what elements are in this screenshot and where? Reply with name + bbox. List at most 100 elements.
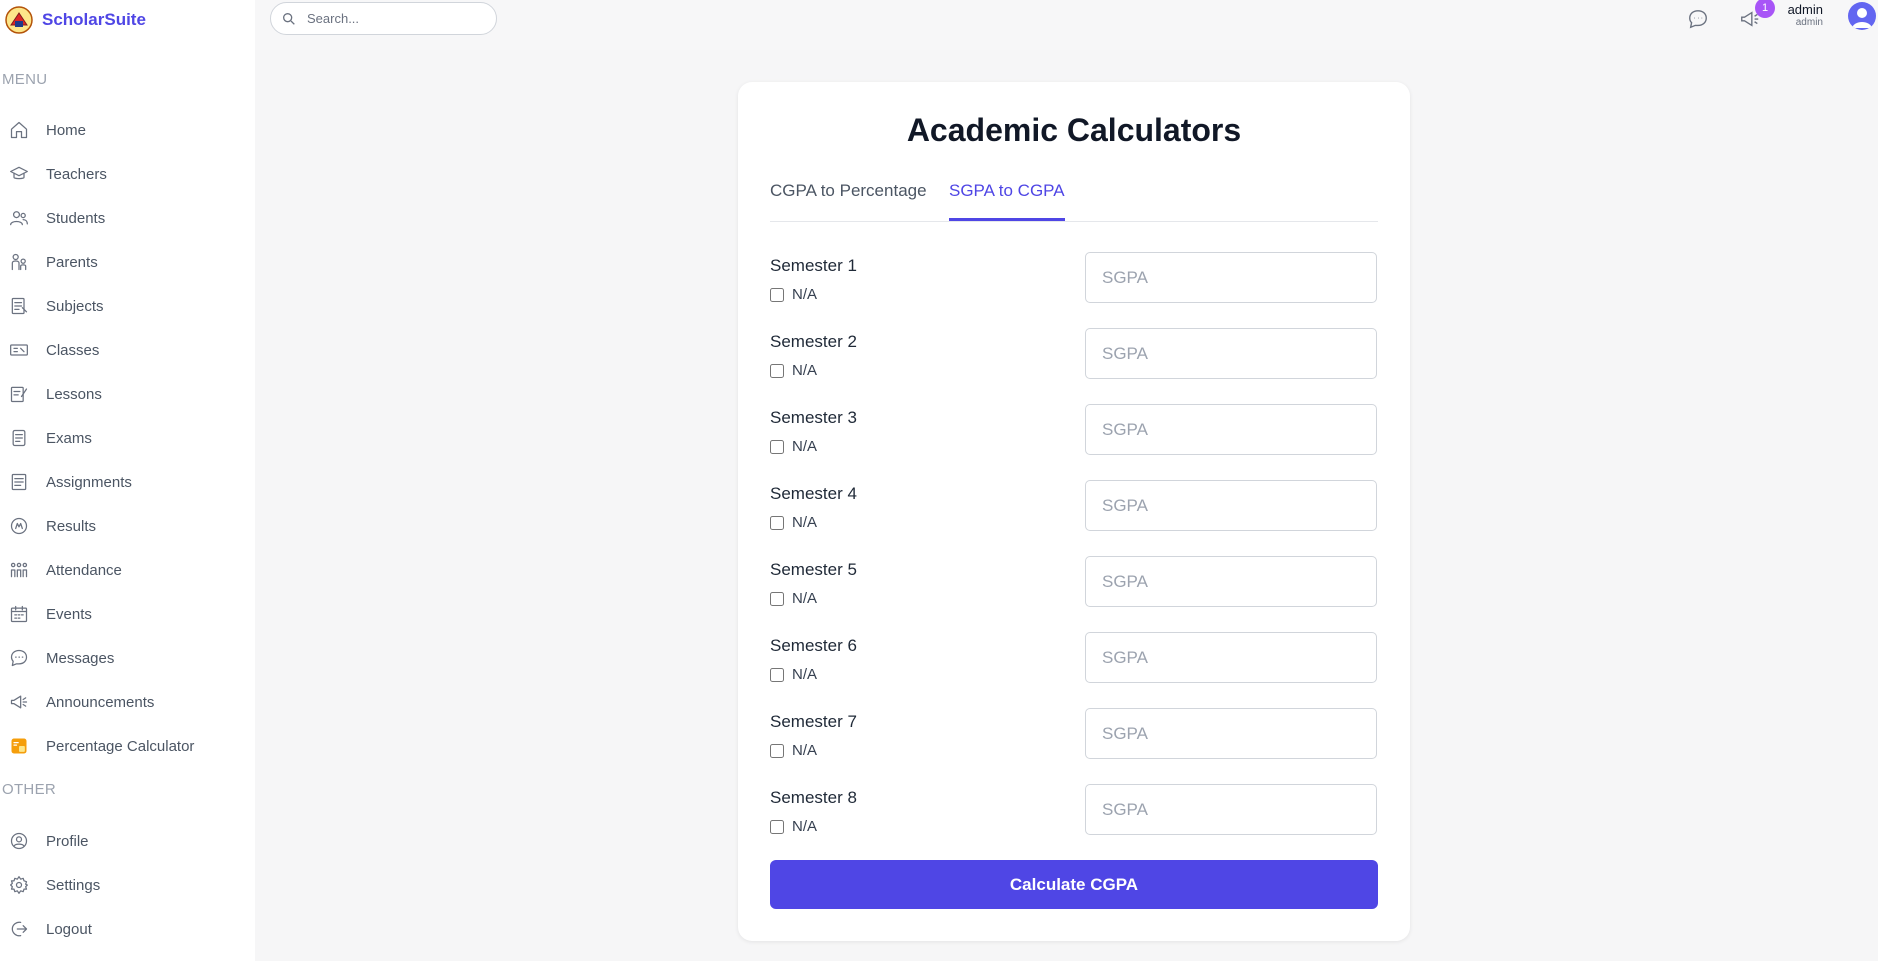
sidebar-item-label: Assignments	[46, 473, 132, 491]
sidebar-item-label: Students	[46, 209, 106, 227]
na-checkbox-label[interactable]: N/A	[770, 286, 817, 303]
na-checkbox[interactable]	[770, 667, 784, 682]
sidebar-item-label: Parents	[46, 253, 98, 271]
na-checkbox-label[interactable]: N/A	[770, 742, 817, 759]
logout-icon	[8, 918, 30, 940]
semester-label: Semester 8	[770, 788, 857, 807]
na-checkbox[interactable]	[770, 591, 784, 606]
sidebar-item-lessons[interactable]: Lessons	[8, 379, 102, 409]
sidebar-item-attendance[interactable]: Attendance	[8, 555, 122, 585]
notification-badge: 1	[1755, 0, 1775, 18]
message-icon	[8, 647, 30, 669]
sidebar-item-label: Classes	[46, 341, 100, 359]
na-checkbox[interactable]	[770, 743, 784, 758]
sidebar-item-exams[interactable]: Exams	[8, 423, 92, 453]
sgpa-input[interactable]	[1085, 784, 1377, 835]
semester-row: Semester 6 N/A	[770, 632, 1378, 692]
semester-row: Semester 3 N/A	[770, 404, 1378, 464]
sgpa-input[interactable]	[1085, 708, 1377, 759]
sidebar-item-percentage-calculator[interactable]: Percentage Calculator	[8, 731, 194, 761]
na-label: N/A	[792, 742, 818, 759]
sidebar-item-label: Lessons	[46, 385, 102, 403]
sidebar-item-subjects[interactable]: Subjects	[8, 291, 104, 321]
semester-row: Semester 8 N/A	[770, 784, 1378, 844]
semester-label: Semester 5	[770, 560, 857, 579]
sidebar-item-parents[interactable]: Parents	[8, 247, 98, 277]
sidebar-item-label: Announcements	[46, 693, 155, 711]
sidebar-item-results[interactable]: Results	[8, 511, 96, 541]
calculator-card: Academic Calculators CGPA to Percentage …	[738, 82, 1410, 941]
na-label: N/A	[792, 438, 818, 455]
lessons-icon	[8, 383, 30, 405]
sgpa-input[interactable]	[1085, 328, 1377, 379]
na-checkbox[interactable]	[770, 439, 784, 454]
calendar-icon	[8, 603, 30, 625]
semester-row: Semester 2 N/A	[770, 328, 1378, 388]
na-checkbox-label[interactable]: N/A	[770, 666, 817, 683]
sidebar-item-home[interactable]: Home	[8, 115, 86, 145]
profile-icon	[8, 830, 30, 852]
sgpa-input[interactable]	[1085, 556, 1377, 607]
brand-name: ScholarSuite	[42, 10, 146, 29]
sidebar-item-messages[interactable]: Messages	[8, 643, 114, 673]
assignments-icon	[8, 471, 30, 493]
na-label: N/A	[792, 286, 818, 303]
user-name: admin	[1787, 2, 1823, 17]
sidebar-item-label: Events	[46, 605, 92, 623]
page-title: Academic Calculators	[906, 112, 1242, 148]
students-icon	[8, 207, 30, 229]
search-box[interactable]	[270, 2, 497, 35]
sidebar-item-events[interactable]: Events	[8, 599, 92, 629]
avatar[interactable]	[1848, 2, 1876, 30]
search-input[interactable]	[307, 11, 477, 26]
topbar: 1 admin admin	[255, 0, 1878, 50]
megaphone-icon	[8, 691, 30, 713]
na-checkbox[interactable]	[770, 287, 784, 302]
semester-row: Semester 4 N/A	[770, 480, 1378, 540]
brand[interactable]: ScholarSuite	[4, 3, 146, 37]
semester-label: Semester 2	[770, 332, 857, 351]
na-label: N/A	[792, 818, 818, 835]
na-checkbox-label[interactable]: N/A	[770, 590, 817, 607]
classes-icon	[8, 339, 30, 361]
na-checkbox-label[interactable]: N/A	[770, 438, 817, 455]
sidebar-item-announcements[interactable]: Announcements	[8, 687, 154, 717]
sidebar-item-students[interactable]: Students	[8, 203, 105, 233]
messages-button[interactable]	[1685, 6, 1711, 32]
sidebar-item-label: Percentage Calculator	[46, 737, 195, 755]
announcements-button[interactable]: 1	[1737, 0, 1775, 32]
semester-row: Semester 7 N/A	[770, 708, 1378, 768]
sidebar-item-label: Logout	[46, 920, 92, 938]
sidebar-item-label: Subjects	[46, 297, 104, 315]
sidebar-item-settings[interactable]: Settings	[8, 870, 100, 900]
tab-sgpa-to-cgpa[interactable]: SGPA to CGPA	[949, 178, 1065, 221]
tab-cgpa-to-percentage[interactable]: CGPA to Percentage	[770, 178, 927, 220]
calculator-icon	[8, 735, 30, 757]
na-checkbox[interactable]	[770, 819, 784, 834]
sgpa-input[interactable]	[1085, 480, 1377, 531]
na-checkbox-label[interactable]: N/A	[770, 818, 817, 835]
na-label: N/A	[792, 514, 818, 531]
sidebar-item-label: Profile	[46, 832, 89, 850]
sgpa-input[interactable]	[1085, 252, 1377, 303]
sidebar-item-classes[interactable]: Classes	[8, 335, 99, 365]
na-checkbox[interactable]	[770, 515, 784, 530]
na-checkbox-label[interactable]: N/A	[770, 514, 817, 531]
na-checkbox[interactable]	[770, 363, 784, 378]
na-label: N/A	[792, 362, 818, 379]
na-checkbox-label[interactable]: N/A	[770, 362, 817, 379]
home-icon	[8, 119, 30, 141]
calculate-cgpa-button[interactable]: Calculate CGPA	[770, 860, 1378, 909]
semester-label: Semester 4	[770, 484, 857, 503]
sidebar-item-teachers[interactable]: Teachers	[8, 159, 107, 189]
user-role: admin	[1795, 17, 1823, 28]
sgpa-input[interactable]	[1085, 404, 1377, 455]
sgpa-input[interactable]	[1085, 632, 1377, 683]
school-logo-icon	[5, 6, 33, 34]
sidebar-item-profile[interactable]: Profile	[8, 826, 89, 856]
user-info[interactable]: admin admin	[1783, 2, 1823, 28]
message-icon	[1689, 10, 1707, 29]
teacher-icon	[8, 163, 30, 185]
sidebar-item-assignments[interactable]: Assignments	[8, 467, 132, 497]
sidebar-item-logout[interactable]: Logout	[8, 914, 92, 944]
